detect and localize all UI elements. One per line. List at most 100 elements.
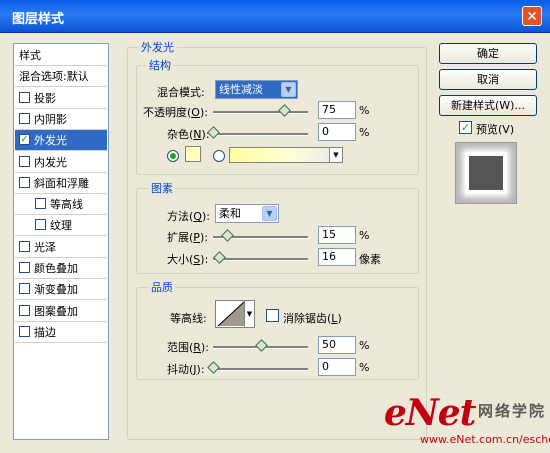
gradient-radio[interactable] bbox=[213, 150, 225, 162]
sidebar-item-label: 描边 bbox=[34, 325, 56, 339]
sidebar-item[interactable]: 样式 bbox=[15, 45, 107, 66]
antialias-checkbox[interactable] bbox=[266, 309, 279, 322]
cancel-button[interactable]: 取消 bbox=[439, 69, 537, 90]
watermark-logo-cn: 网络学院 bbox=[478, 402, 547, 420]
sidebar-item[interactable]: 光泽 bbox=[15, 237, 107, 258]
opacity-slider[interactable] bbox=[213, 111, 308, 114]
sidebar-item[interactable]: 渐变叠加 bbox=[15, 279, 107, 301]
sidebar-checkbox[interactable]: ✓ bbox=[19, 134, 30, 146]
sidebar-item[interactable]: 纹理 bbox=[15, 215, 107, 237]
sidebar-item[interactable]: 内阴影 bbox=[15, 109, 107, 130]
sidebar-item-label: 等高线 bbox=[50, 198, 83, 212]
blend-mode-select[interactable]: 线性减淡 ▼ bbox=[215, 80, 298, 99]
sidebar-item-label: 内阴影 bbox=[34, 112, 67, 126]
size-label: 大小(S): bbox=[167, 253, 209, 266]
sidebar-checkbox[interactable] bbox=[19, 325, 30, 337]
jitter-input[interactable]: 0 bbox=[318, 358, 356, 376]
blend-mode-value: 线性减淡 bbox=[219, 83, 263, 96]
chevron-down-icon[interactable]: ▼ bbox=[262, 206, 277, 221]
sidebar-item-label: 纹理 bbox=[50, 219, 72, 233]
sidebar-item-label: 图案叠加 bbox=[34, 304, 78, 318]
quality-title: 品质 bbox=[148, 279, 176, 295]
range-label: 范围(R): bbox=[167, 341, 209, 354]
preview-inner-square bbox=[469, 156, 503, 190]
title-bar[interactable]: 图层样式 ✕ bbox=[0, 0, 550, 33]
opacity-label: 不透明度(O): bbox=[143, 106, 208, 119]
structure-title: 结构 bbox=[146, 57, 174, 73]
style-list: 样式混合选项:默认投影内阴影 ✓ 外发光内发光斜面和浮雕等高线纹理光泽颜色叠加渐变叠… bbox=[13, 43, 109, 440]
gradient-swatch[interactable]: ▼ bbox=[229, 147, 343, 163]
opacity-input[interactable]: 75 bbox=[318, 101, 356, 119]
sidebar-item-label: 样式 bbox=[19, 49, 41, 62]
size-slider[interactable] bbox=[213, 258, 308, 261]
jitter-unit: % bbox=[359, 361, 370, 374]
style-preview-thumbnail bbox=[455, 142, 517, 204]
technique-select[interactable]: 柔和 ▼ bbox=[215, 204, 279, 223]
chevron-down-icon[interactable]: ▼ bbox=[281, 82, 296, 97]
size-input[interactable]: 16 bbox=[318, 248, 356, 266]
close-button[interactable]: ✕ bbox=[522, 6, 542, 26]
solid-color-radio[interactable] bbox=[167, 150, 179, 162]
sidebar-checkbox[interactable] bbox=[19, 304, 30, 316]
antialias-label: 消除锯齿(L) bbox=[283, 312, 342, 325]
watermark-url: www.eNet.com.cn/eschool bbox=[420, 433, 550, 446]
sidebar-checkbox[interactable] bbox=[19, 262, 30, 273]
window-title: 图层样式 bbox=[12, 12, 65, 27]
sidebar-item-label: 颜色叠加 bbox=[34, 262, 78, 275]
sidebar-item[interactable]: 内发光 bbox=[15, 152, 107, 173]
preview-checkbox[interactable]: ✓ bbox=[459, 121, 472, 134]
sidebar-item[interactable]: ✓ 外发光 bbox=[15, 130, 107, 152]
noise-input[interactable]: 0 bbox=[318, 123, 356, 141]
sidebar-item[interactable]: 混合选项:默认 bbox=[15, 66, 107, 88]
sidebar-checkbox[interactable] bbox=[19, 112, 30, 124]
sidebar-item[interactable]: 斜面和浮雕 bbox=[15, 173, 107, 194]
noise-unit: % bbox=[359, 126, 370, 139]
watermark-logo: eNet bbox=[384, 392, 476, 434]
contour-picker[interactable]: ▼ bbox=[215, 300, 255, 328]
jitter-label: 抖动(J): bbox=[167, 363, 205, 376]
sidebar-checkbox[interactable] bbox=[19, 91, 30, 103]
range-input[interactable]: 50 bbox=[318, 336, 356, 354]
spread-unit: % bbox=[359, 229, 370, 242]
sidebar-item-label: 斜面和浮雕 bbox=[34, 176, 89, 190]
noise-slider[interactable] bbox=[213, 133, 308, 136]
opacity-unit: % bbox=[359, 104, 370, 117]
contour-dropdown-icon[interactable]: ▼ bbox=[244, 301, 254, 327]
sidebar-item-label: 渐变叠加 bbox=[34, 283, 78, 297]
ok-button[interactable]: 确定 bbox=[439, 43, 537, 64]
sidebar-checkbox[interactable] bbox=[35, 219, 46, 231]
contour-label: 等高线: bbox=[170, 312, 207, 325]
sidebar-item-label: 投影 bbox=[34, 91, 56, 105]
elements-title: 图素 bbox=[148, 180, 176, 196]
sidebar-checkbox[interactable] bbox=[19, 240, 30, 252]
watermark-logo-text: eNet bbox=[384, 392, 476, 434]
preview-label: 预览(V) bbox=[476, 123, 515, 136]
spread-input[interactable]: 15 bbox=[318, 226, 356, 244]
sidebar-item-label: 内发光 bbox=[34, 155, 67, 169]
range-unit: % bbox=[359, 339, 370, 352]
sidebar-item-label: 光泽 bbox=[34, 240, 56, 254]
sidebar-checkbox[interactable] bbox=[19, 176, 30, 188]
noise-label: 杂色(N): bbox=[167, 128, 210, 141]
sidebar-item-label: 混合选项:默认 bbox=[19, 70, 89, 84]
sidebar-item-label: 外发光 bbox=[34, 134, 67, 148]
sidebar-checkbox[interactable] bbox=[35, 198, 46, 210]
sidebar-checkbox[interactable] bbox=[19, 283, 30, 295]
glow-color-swatch[interactable] bbox=[185, 146, 201, 162]
jitter-slider[interactable] bbox=[213, 368, 308, 371]
sidebar-item[interactable]: 投影 bbox=[15, 88, 107, 109]
sidebar-item[interactable]: 颜色叠加 bbox=[15, 258, 107, 279]
sidebar-checkbox[interactable] bbox=[19, 155, 30, 167]
size-unit: 像素 bbox=[359, 253, 381, 266]
technique-label: 方法(Q): bbox=[167, 210, 210, 223]
new-style-button[interactable]: 新建样式(W)... bbox=[439, 95, 537, 116]
spread-label: 扩展(P): bbox=[167, 231, 208, 244]
contour-curve-icon bbox=[217, 301, 245, 327]
sidebar-item[interactable]: 描边 bbox=[15, 322, 107, 343]
sidebar-item[interactable]: 等高线 bbox=[15, 194, 107, 216]
outer-glow-title: 外发光 bbox=[138, 39, 177, 55]
blend-mode-label: 混合模式: bbox=[157, 86, 205, 99]
preview-glow-square bbox=[465, 152, 507, 194]
sidebar-item[interactable]: 图案叠加 bbox=[15, 301, 107, 322]
gradient-dropdown-icon[interactable]: ▼ bbox=[329, 148, 342, 162]
